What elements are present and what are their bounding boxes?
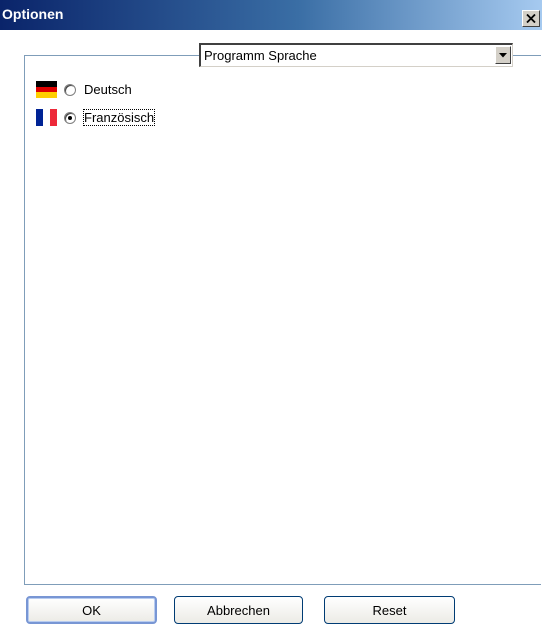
close-button[interactable] — [522, 10, 540, 27]
window-title: Optionen — [2, 6, 64, 22]
language-category-select[interactable]: Programm Sprache — [199, 43, 513, 67]
chevron-down-icon — [499, 52, 507, 57]
radio-deutsch[interactable] — [64, 84, 76, 96]
language-label-franzoesisch: Französisch — [82, 109, 156, 126]
radio-franzoesisch[interactable] — [64, 112, 76, 124]
reset-button[interactable]: Reset — [324, 596, 455, 624]
french-flag-icon — [36, 109, 57, 126]
german-flag-icon — [36, 81, 57, 99]
cancel-button[interactable]: Abbrechen — [174, 596, 303, 624]
language-label-deutsch: Deutsch — [84, 82, 132, 97]
select-dropdown-button[interactable] — [495, 46, 511, 64]
close-icon — [526, 14, 536, 23]
radio-selected-dot — [68, 116, 72, 120]
select-value: Programm Sprache — [204, 48, 317, 63]
title-bar[interactable]: Optionen — [0, 0, 542, 30]
options-groupbox — [24, 55, 541, 585]
ok-button[interactable]: OK — [26, 596, 157, 624]
